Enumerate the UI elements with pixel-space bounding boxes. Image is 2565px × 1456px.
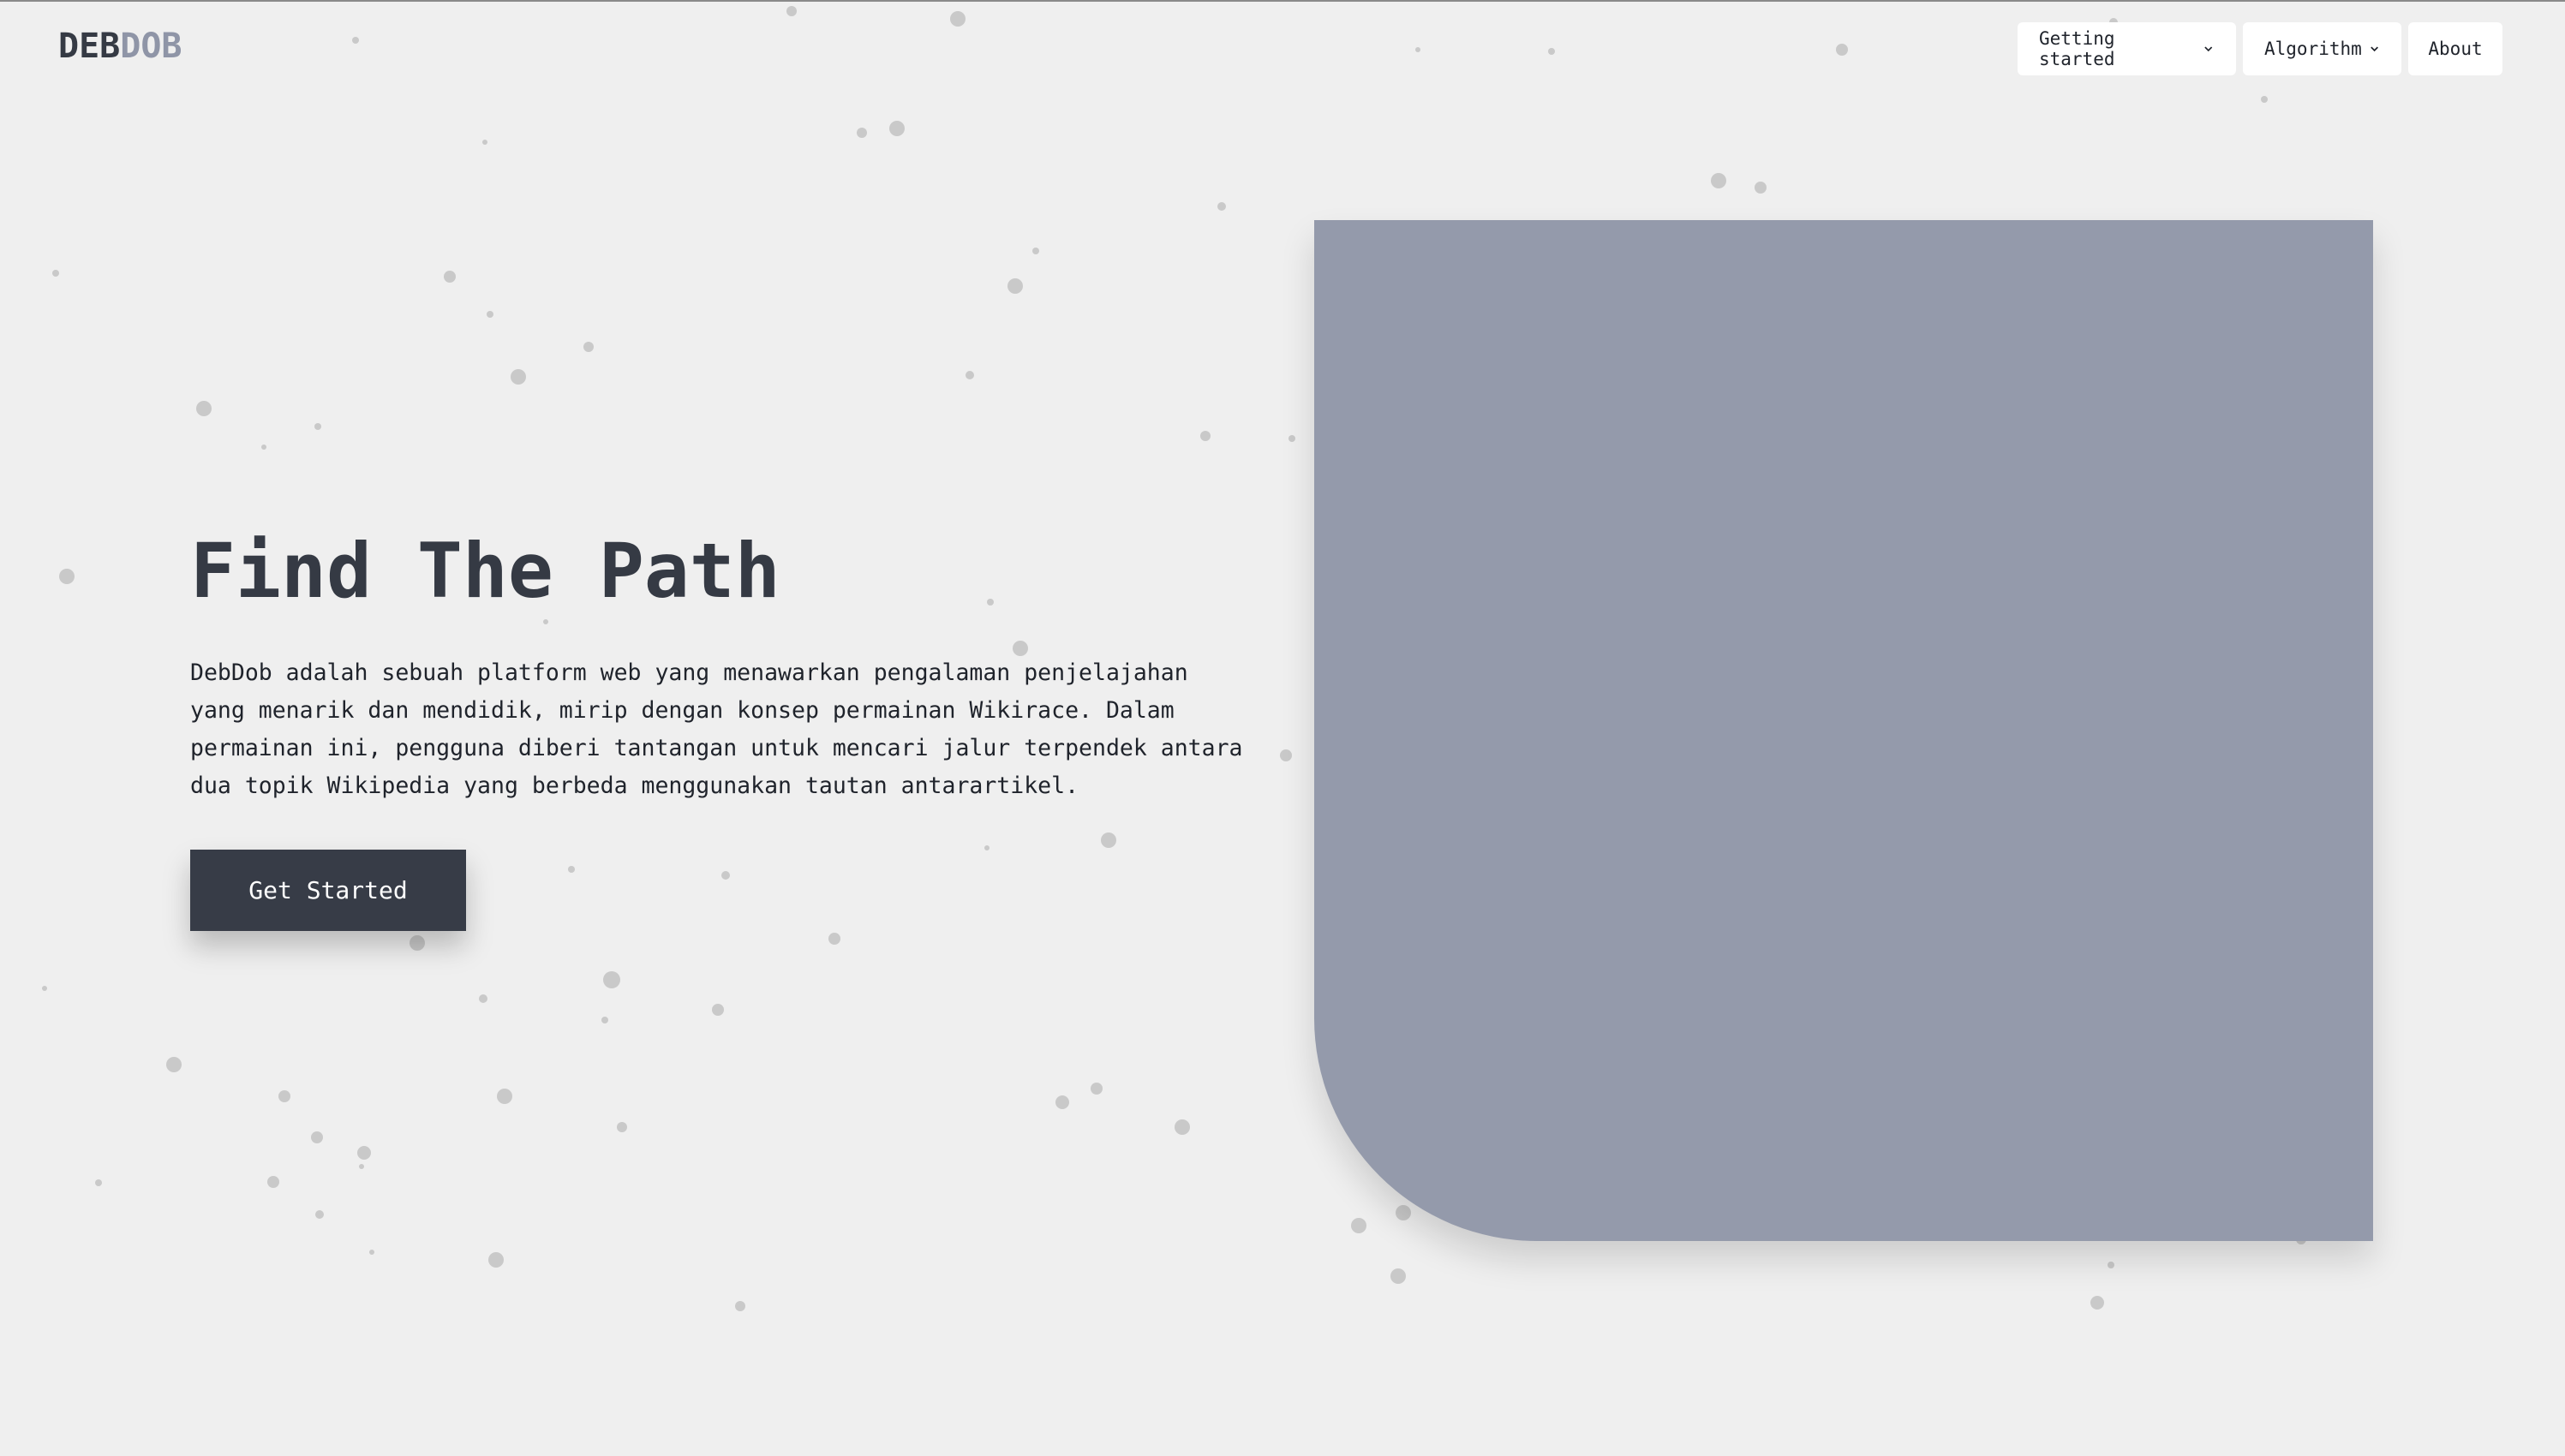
nav-about-link[interactable]: About (2408, 22, 2502, 75)
hero-description: DebDob adalah sebuah platform web yang m… (190, 659, 1243, 799)
nav-algorithm-label: Algorithm (2264, 39, 2362, 59)
nav-getting-started-dropdown[interactable]: Getting started (2018, 22, 2236, 75)
top-nav: Getting started Algorithm About (2018, 22, 2502, 75)
top-border (0, 0, 2565, 2)
brand-logo-part2: DOB (120, 27, 182, 66)
get-started-button[interactable]: Get Started (190, 850, 466, 931)
nav-getting-started-label: Getting started (2039, 28, 2115, 69)
brand-logo-part1: DEB (58, 27, 121, 66)
nav-about-label: About (2428, 39, 2483, 59)
nav-algorithm-dropdown[interactable]: Algorithm (2243, 22, 2401, 75)
brand-logo[interactable]: DEBDOB (58, 26, 182, 67)
hero-image-panel (1314, 220, 2373, 1241)
chevron-down-icon (2371, 46, 2378, 52)
chevron-down-icon (2204, 46, 2213, 52)
hero-title: Find The Path (190, 527, 780, 615)
